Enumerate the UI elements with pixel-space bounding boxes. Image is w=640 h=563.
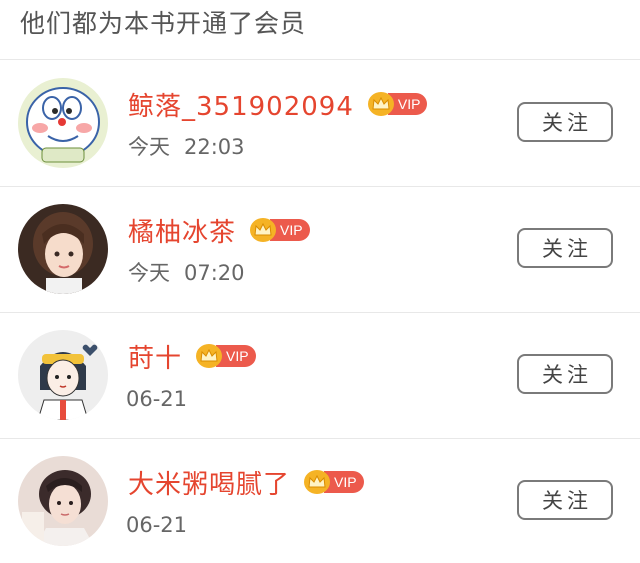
date-prefix: 今天 bbox=[128, 261, 170, 285]
follow-button[interactable]: 关注 bbox=[517, 228, 613, 268]
follow-button[interactable]: 关注 bbox=[517, 102, 613, 142]
illustrated-girl-avatar-icon[interactable] bbox=[18, 330, 108, 420]
section-title: 他们都为本书开通了会员 bbox=[20, 9, 307, 38]
boy-photo-avatar-icon[interactable] bbox=[18, 456, 108, 546]
member-row[interactable]: 大米粥喝腻了 VIP 06-21 关注 bbox=[0, 438, 640, 563]
crown-icon bbox=[196, 344, 223, 368]
time-value: 06-21 bbox=[126, 513, 188, 537]
crown-icon bbox=[367, 92, 394, 116]
member-name[interactable]: 大米粥喝腻了 bbox=[128, 464, 290, 501]
date-prefix: 今天 bbox=[128, 135, 170, 159]
vip-badge: VIP bbox=[196, 344, 256, 368]
vip-members-panel: 他们都为本书开通了会员 鲸落_351902094 VIP 今天 22:03 关注… bbox=[0, 0, 640, 563]
member-row[interactable]: 莳十 VIP 06-21 关注 bbox=[0, 312, 640, 438]
girl-photo-avatar-icon[interactable] bbox=[18, 204, 108, 294]
crown-icon bbox=[304, 470, 331, 494]
name-line: 大米粥喝腻了 VIP bbox=[128, 464, 364, 500]
name-line: 鲸落_351902094 VIP bbox=[128, 86, 428, 123]
member-row[interactable]: 橘柚冰茶 VIP 今天 07:20 关注 bbox=[0, 186, 640, 312]
member-name[interactable]: 莳十 bbox=[128, 338, 182, 375]
join-time: 06-21 bbox=[126, 510, 187, 540]
name-line: 橘柚冰茶 VIP bbox=[128, 212, 310, 248]
vip-badge: VIP bbox=[367, 92, 428, 116]
time-value: 07:20 bbox=[184, 261, 245, 285]
time-value: 06-21 bbox=[126, 387, 188, 411]
join-time: 06-21 bbox=[126, 384, 187, 414]
cartoon-cat-avatar-icon[interactable] bbox=[18, 78, 108, 168]
name-line: 莳十 VIP bbox=[128, 338, 256, 374]
member-name[interactable]: 橘柚冰茶 bbox=[128, 212, 236, 249]
join-time: 今天 07:20 bbox=[128, 258, 245, 288]
member-name[interactable]: 鲸落_351902094 bbox=[128, 86, 354, 123]
member-row[interactable]: 鲸落_351902094 VIP 今天 22:03 关注 bbox=[0, 60, 640, 186]
vip-badge: VIP bbox=[250, 218, 310, 242]
vip-badge: VIP bbox=[304, 470, 364, 494]
crown-icon bbox=[250, 218, 277, 242]
follow-button[interactable]: 关注 bbox=[517, 354, 613, 394]
follow-button[interactable]: 关注 bbox=[517, 480, 613, 520]
join-time: 今天 22:03 bbox=[128, 132, 245, 162]
time-value: 22:03 bbox=[184, 135, 245, 159]
